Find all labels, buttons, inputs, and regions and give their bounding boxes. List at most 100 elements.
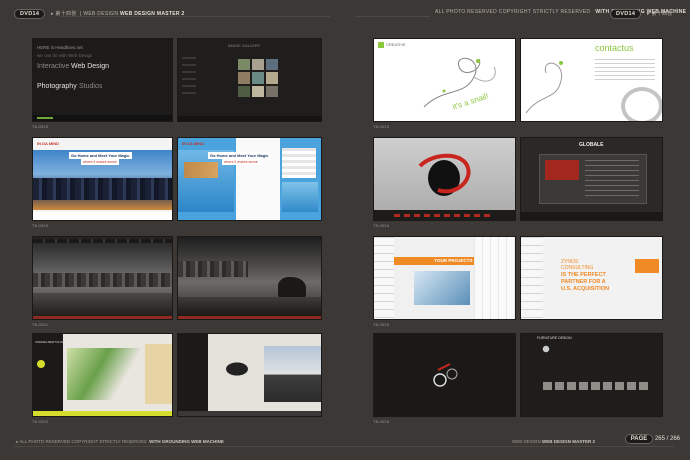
headline-accent <box>37 117 53 119</box>
page-gutter <box>344 0 346 460</box>
snail-logo-box <box>378 42 384 48</box>
caption-7: T8-0025 <box>373 323 390 327</box>
portfolio2-sidebar <box>178 334 208 416</box>
footer-left-brand: WITH GROUNDING WEB MACHINE <box>149 439 224 444</box>
city2-menu <box>282 148 316 178</box>
projects-columns <box>474 237 515 319</box>
thumb-portfolio-1[interactable]: ANDREA BERTOLINI <box>32 333 173 417</box>
city2-logo: IN DA MIND <box>182 141 205 146</box>
portfolio2-road <box>264 346 321 402</box>
globale-red-box <box>545 160 579 180</box>
headline-line1: HERE is Headlines.net <box>37 45 83 50</box>
zynos-sidebar <box>521 237 543 319</box>
footer-series: WEB DESIGN <box>512 439 541 444</box>
right-dvd-code: ▸ 第十四张 <box>646 11 673 17</box>
left-dvd-pill: DVD14 <box>14 9 46 19</box>
headline-line3: Interactive <box>37 63 70 70</box>
thumb-city-web-1[interactable]: IN DA MIND Go Home and Meet Your Magic w… <box>32 137 173 221</box>
contact-title: contactus <box>595 43 634 53</box>
right-dvd-pill: DVD14 <box>610 9 642 19</box>
headline-line5: Photography <box>37 83 77 90</box>
globale-lines <box>585 160 639 196</box>
portfolio2-spider <box>212 354 262 384</box>
red-swirl-art <box>418 153 471 196</box>
stormy1-skyline <box>33 273 172 287</box>
stormy1-nav <box>33 239 172 243</box>
stormy2-lion <box>278 277 306 299</box>
globale-bottom-bar <box>521 212 662 220</box>
portfolio1-dot <box>37 360 45 368</box>
portfolio1-sidebar <box>33 334 63 416</box>
city1-banner: Go Home and Meet Your Magic <box>69 152 132 159</box>
thumb-your-projects[interactable]: YOUR PROJECTS <box>373 236 516 320</box>
footer-right-title: WEB DESIGN MASTER 2 <box>542 439 596 444</box>
thumb-dark-motorbike[interactable] <box>373 333 516 417</box>
city2-right-img <box>282 182 318 212</box>
gallery-title: IMAGE GALLERY <box>228 43 261 48</box>
thumb-snail-creative[interactable]: CREATIVE it's a snail! <box>373 38 516 122</box>
zynos-line2: CONSULTING <box>561 265 594 271</box>
thumb-image-gallery[interactable]: IMAGE GALLERY <box>177 38 322 122</box>
stormy2-skyline <box>178 261 248 277</box>
furniture-object <box>539 342 553 356</box>
globale-title: GLOBALE <box>579 142 604 148</box>
furniture-thumbstrip <box>543 382 651 390</box>
caption-3: T8-0021 <box>32 323 49 327</box>
thumb-headline-site[interactable]: HERE is Headlines.net we can do with Web… <box>32 38 173 122</box>
left-header: DVD14 ▸ 第十四张 | WEB DESIGN WEB DESIGN MAS… <box>14 9 185 21</box>
portfolio1-logo: ANDREA BERTOLINI <box>35 340 64 344</box>
city2-white-panel <box>236 138 280 220</box>
right-notice: ALL PHOTO RESERVED COPYRIGHT STRICTLY RE… <box>435 9 591 15</box>
right-footer-series: WEB DESIGN WEB DESIGN MASTER 2 <box>512 439 595 444</box>
zynos-line5: U.S. ACQUISITION <box>561 286 610 292</box>
gallery-sidebar <box>182 57 196 97</box>
projects-heading: YOUR PROJECTS <box>434 258 473 263</box>
thumb-globale[interactable]: GLOBALE <box>520 137 663 221</box>
portfolio1-figure <box>67 348 145 400</box>
caption-2: T8-0020 <box>32 224 49 228</box>
thumb-contact-us[interactable]: contactus <box>520 38 663 122</box>
page-indicator: PAGE 265 / 266 <box>624 434 680 444</box>
page-label: PAGE <box>624 434 654 444</box>
motorbike-art <box>433 363 458 387</box>
caption-5: T8-0023 <box>373 125 390 129</box>
headline-line6: Studios <box>79 83 103 90</box>
right-header-rule <box>355 16 430 17</box>
contact-swirl-art <box>525 61 563 114</box>
projects-image <box>414 271 470 305</box>
zynos-line3: IS THE PERFECT <box>561 272 606 278</box>
city1-skyline <box>33 178 172 200</box>
thumb-stormy-city-2[interactable] <box>177 236 322 320</box>
left-header-rule <box>60 16 330 17</box>
furniture-label: FURNITURE DESIGN <box>537 336 572 340</box>
snail-logo: CREATIVE <box>386 42 406 47</box>
city1-banner2: where it makes sense <box>81 159 119 165</box>
caption-1: T8-0019 <box>32 125 49 129</box>
thumb-red-swirl[interactable] <box>373 137 516 221</box>
gallery-grid <box>238 59 278 97</box>
headline-line2: we can do with Web Design <box>37 53 93 58</box>
portfolio1-bottom <box>33 411 172 416</box>
caption-4: T8-0022 <box>32 420 49 424</box>
zynos-orange-block <box>635 259 659 273</box>
projects-sidebar <box>374 237 394 319</box>
headline-footer-bar <box>33 115 172 121</box>
city2-banner2: where it makes sense <box>222 159 260 165</box>
portfolio2-bottom <box>178 411 321 416</box>
stormy2-bottom-bar <box>178 316 321 319</box>
thumb-portfolio-2[interactable] <box>177 333 322 417</box>
right-pill-group: DVD14 ▸ 第十四张 <box>610 9 673 21</box>
contact-ornament <box>621 87 662 121</box>
caption-8: T8-0026 <box>373 420 390 424</box>
city1-footer <box>33 212 172 220</box>
thumb-city-web-2[interactable]: IN DA MIND Go Home and Meet Your Magic w… <box>177 137 322 221</box>
red-swirl-nav <box>394 214 494 217</box>
stormy1-bottom-bar <box>33 316 172 319</box>
footer-left-notice: ALL PHOTO RESERVED COPYRIGHT STRICTLY RE… <box>19 439 147 444</box>
city2-image <box>184 162 218 178</box>
thumb-stormy-city-1[interactable] <box>32 236 173 320</box>
thumb-zynos-consulting[interactable]: ZYNOS CONSULTING IS THE PERFECT PARTNER … <box>520 236 663 320</box>
footer-rule <box>14 446 674 447</box>
city1-logo: IN DA MIND <box>37 141 60 146</box>
thumb-furniture-design[interactable]: FURNITURE DESIGN <box>520 333 663 417</box>
